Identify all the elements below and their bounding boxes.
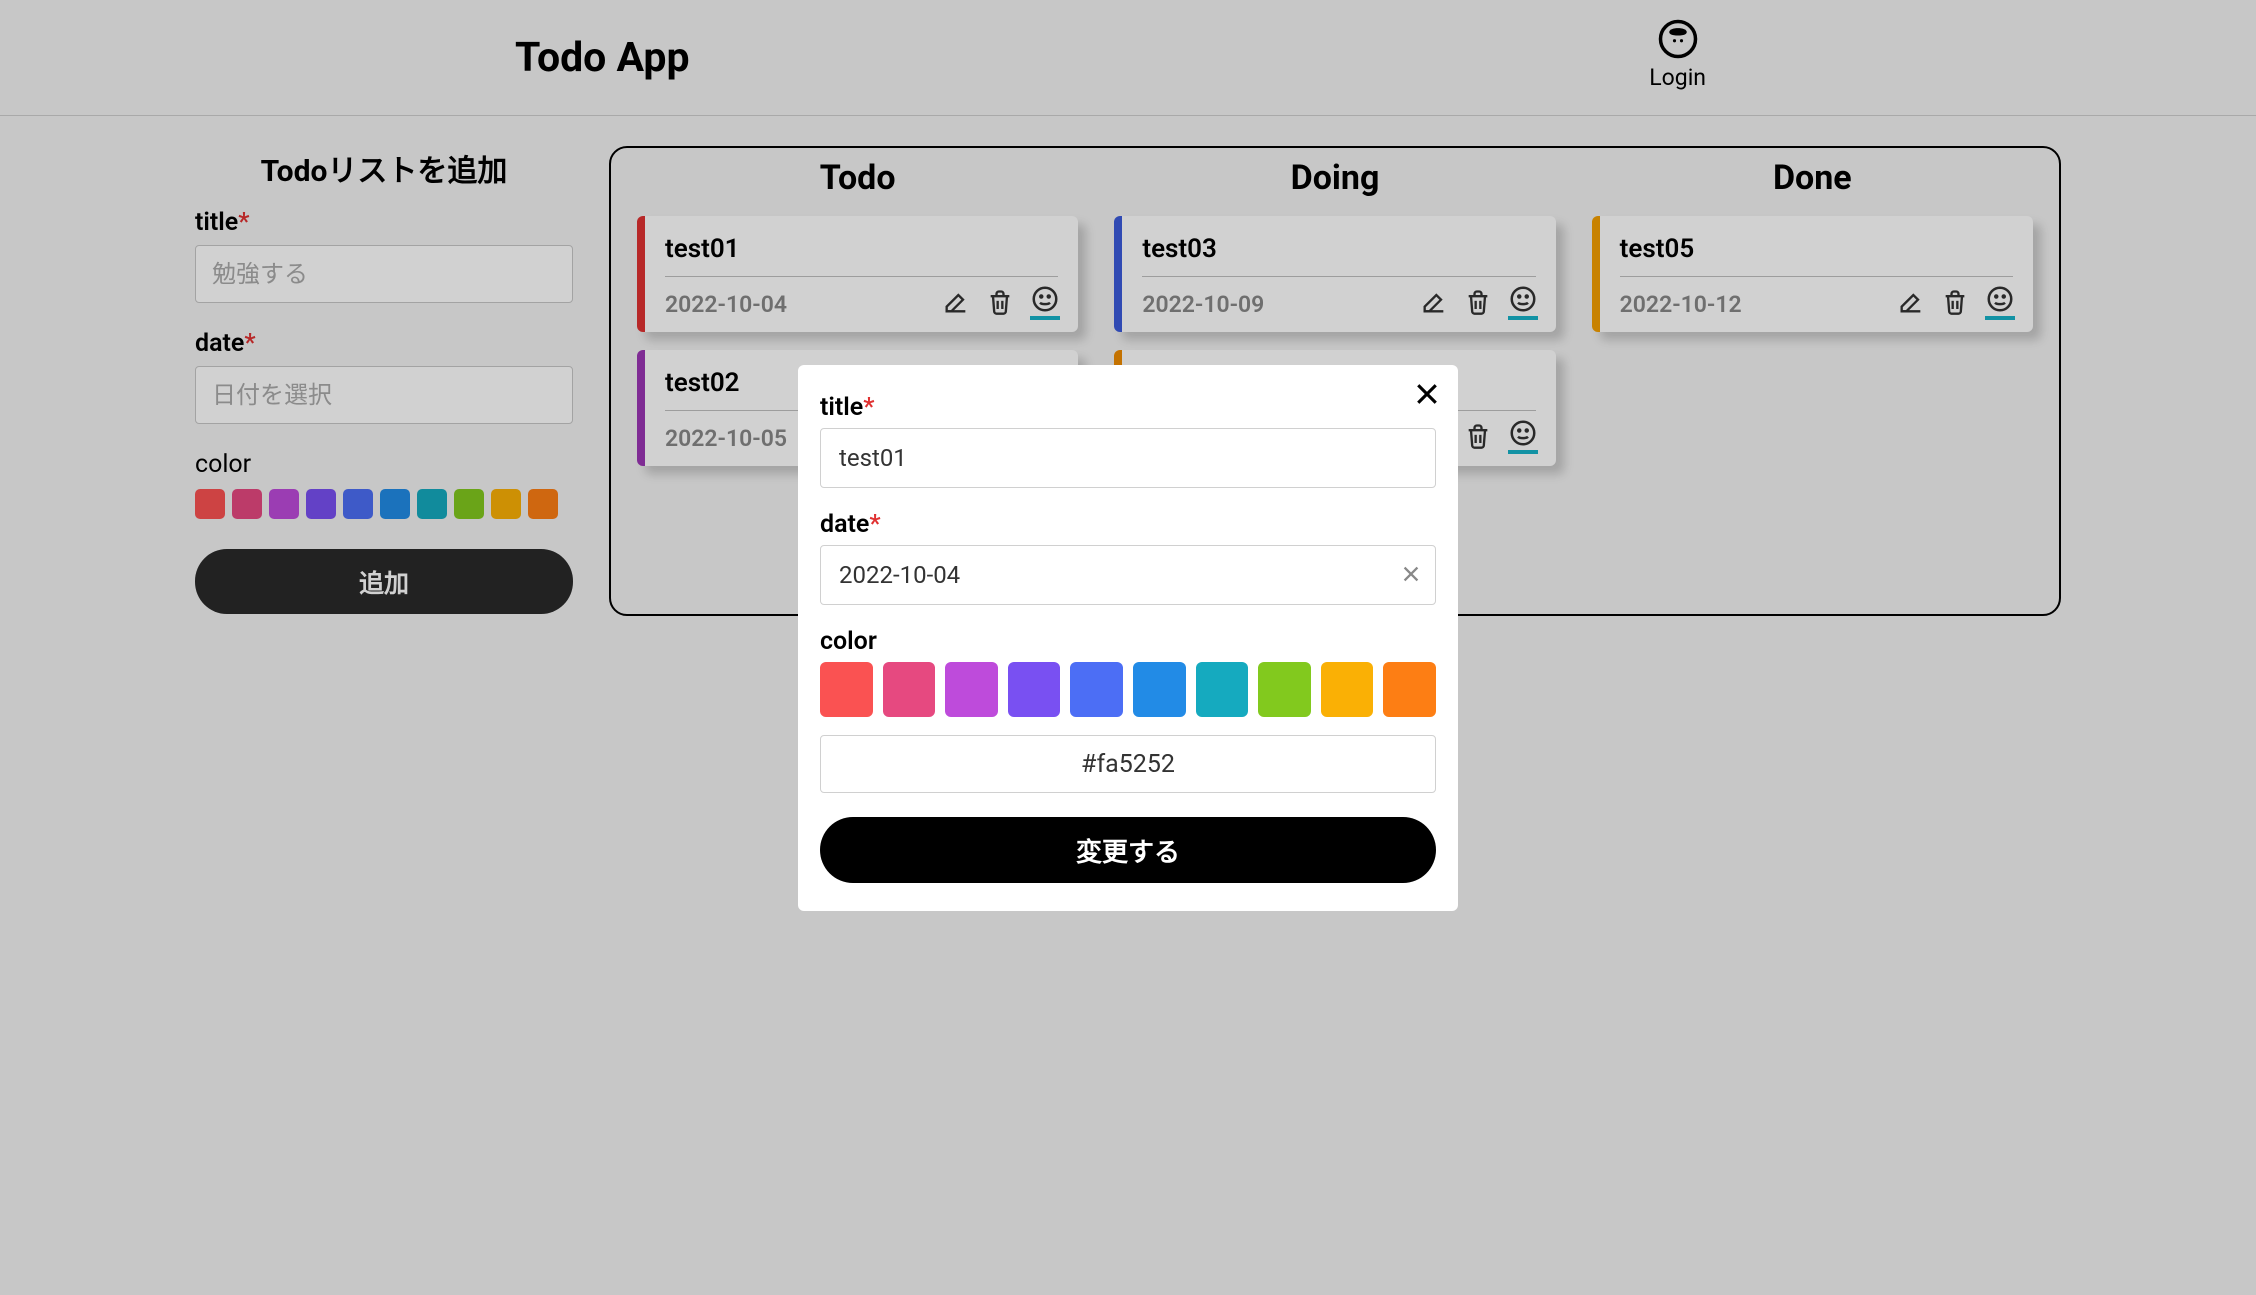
color-swatch[interactable] bbox=[1321, 662, 1374, 717]
color-swatch[interactable] bbox=[1258, 662, 1311, 717]
modal-title-input[interactable] bbox=[820, 428, 1436, 488]
color-swatch[interactable] bbox=[1008, 662, 1061, 717]
modal-title-label: title* bbox=[820, 393, 1436, 422]
modal-submit-button[interactable]: 変更する bbox=[820, 817, 1436, 883]
color-swatch[interactable] bbox=[945, 662, 998, 717]
modal-color-value[interactable]: #fa5252 bbox=[820, 735, 1436, 793]
edit-modal: title* date* color #fa5252 変更する bbox=[798, 365, 1458, 911]
color-swatch[interactable] bbox=[1383, 662, 1436, 717]
color-swatch[interactable] bbox=[1070, 662, 1123, 717]
close-icon[interactable] bbox=[1412, 379, 1442, 409]
color-swatch[interactable] bbox=[820, 662, 873, 717]
color-swatch[interactable] bbox=[883, 662, 936, 717]
modal-date-label: date* bbox=[820, 510, 1436, 539]
color-swatch[interactable] bbox=[1133, 662, 1186, 717]
modal-overlay[interactable]: title* date* color #fa5252 変更する bbox=[0, 0, 2256, 1295]
modal-color-swatches bbox=[820, 662, 1436, 717]
modal-color-label: color bbox=[820, 627, 1436, 656]
modal-date-input[interactable] bbox=[820, 545, 1436, 605]
clear-date-icon[interactable] bbox=[1400, 563, 1422, 585]
color-swatch[interactable] bbox=[1196, 662, 1249, 717]
